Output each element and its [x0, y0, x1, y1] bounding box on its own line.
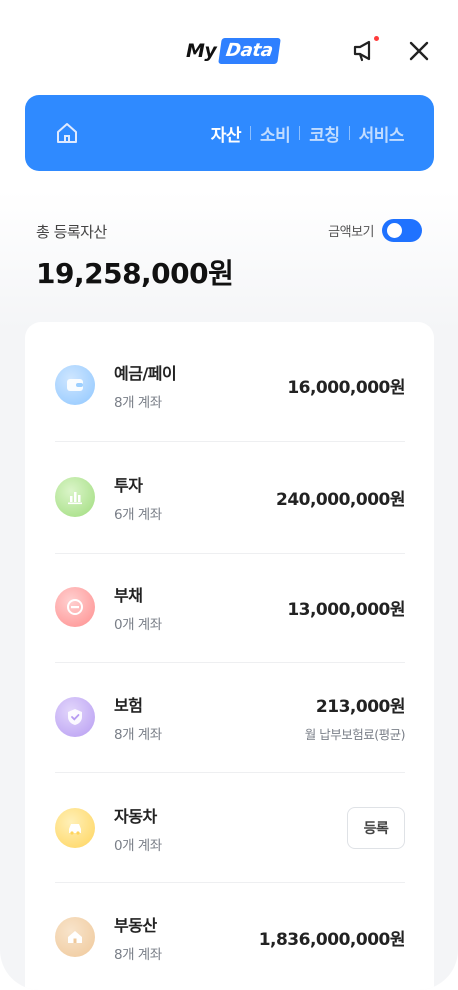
- asset-row-insurance[interactable]: 보험 8개 계좌 213,000원 월 납부보험료(평균): [55, 662, 406, 772]
- asset-row-debt[interactable]: 부채 0개 계좌 13,000,000원: [55, 552, 405, 662]
- row-amount: 240,000,000원: [275, 489, 406, 510]
- house-icon: [55, 917, 95, 957]
- row-account-count: 6개 계좌: [114, 506, 162, 523]
- row-amount: 213,000원: [315, 696, 406, 717]
- row-text: 자동차 0개 계좌: [114, 803, 347, 854]
- row-text: 예금/페이 8개 계좌: [114, 360, 287, 411]
- row-account-count: 8개 계좌: [114, 726, 162, 743]
- show-amount-toggle[interactable]: [382, 219, 422, 242]
- main-nav: 자산 소비 코칭 서비스: [25, 95, 434, 171]
- close-icon[interactable]: [406, 38, 432, 64]
- wallet-icon: [55, 365, 95, 405]
- total-assets-amount: 19,258,000원: [36, 257, 234, 290]
- asset-row-car[interactable]: 자동차 0개 계좌 등록: [55, 773, 405, 883]
- row-text: 부채 0개 계좌: [114, 582, 287, 633]
- shield-check-icon: [55, 697, 95, 737]
- tab-services[interactable]: 서비스: [359, 121, 405, 146]
- tab-divider: [250, 126, 252, 140]
- row-text: 보험 8개 계좌: [114, 692, 305, 743]
- car-icon: [55, 808, 95, 848]
- show-amount-control: 금액보기: [328, 219, 422, 242]
- nav-tabs: 자산 소비 코칭 서비스: [211, 119, 405, 147]
- row-account-count: 8개 계좌: [114, 946, 162, 963]
- tab-divider: [299, 126, 301, 140]
- row-right: 등록: [347, 807, 405, 849]
- asset-row-investment[interactable]: 투자 6개 계좌 240,000,000원: [55, 442, 406, 552]
- logo-my-text: My: [186, 40, 217, 62]
- row-account-count: 0개 계좌: [114, 837, 162, 854]
- row-right: 213,000원 월 납부보험료(평균): [304, 692, 406, 743]
- notification-dot: [374, 36, 379, 41]
- tab-assets[interactable]: 자산: [211, 121, 242, 146]
- row-amount: 16,000,000원: [287, 377, 405, 398]
- row-text: 투자 6개 계좌: [114, 472, 276, 523]
- row-amount: 1,836,000,000원: [258, 929, 406, 950]
- show-amount-label: 금액보기: [328, 225, 374, 240]
- toggle-knob: [387, 223, 402, 238]
- row-amount: 13,000,000원: [287, 599, 405, 620]
- row-right: 1,836,000,000원: [258, 925, 406, 950]
- top-bar: My Data: [0, 0, 458, 95]
- row-account-count: 8개 계좌: [114, 394, 162, 411]
- megaphone-icon[interactable]: [351, 38, 379, 64]
- register-car-button[interactable]: 등록: [347, 807, 405, 849]
- home-icon[interactable]: [54, 120, 80, 146]
- row-title: 자동차: [114, 806, 157, 826]
- tab-spending[interactable]: 소비: [260, 121, 291, 146]
- tab-coaching[interactable]: 코칭: [309, 121, 340, 146]
- row-right: 16,000,000원: [287, 373, 405, 398]
- row-right: 240,000,000원: [275, 485, 406, 510]
- row-account-count: 0개 계좌: [114, 616, 162, 633]
- row-title: 부동산: [114, 915, 157, 935]
- minus-circle-icon: [55, 587, 95, 627]
- row-title: 투자: [114, 475, 143, 495]
- asset-row-deposit[interactable]: 예금/페이 8개 계좌 16,000,000원: [55, 330, 405, 440]
- row-note: 월 납부보험료(평균): [304, 726, 406, 742]
- row-title: 예금/페이: [114, 363, 177, 383]
- tab-divider: [348, 126, 350, 140]
- total-assets-label: 총 등록자산: [36, 223, 107, 241]
- row-title: 부채: [114, 585, 143, 605]
- row-title: 보험: [114, 695, 143, 715]
- app-frame: My Data 자산 소비 코칭 서비스 총 등록자산 금액보기 19,258,…: [0, 0, 458, 990]
- row-right: 13,000,000원: [287, 595, 405, 620]
- asset-list-card: 예금/페이 8개 계좌 16,000,000원 투자 6개 계좌 240,000…: [25, 322, 434, 990]
- mydata-logo: My Data: [186, 35, 281, 67]
- bar-chart-icon: [55, 477, 95, 517]
- logo-data-badge: Data: [218, 38, 281, 64]
- row-text: 부동산 8개 계좌: [114, 912, 259, 963]
- asset-row-real-estate[interactable]: 부동산 8개 계좌 1,836,000,000원: [55, 882, 406, 990]
